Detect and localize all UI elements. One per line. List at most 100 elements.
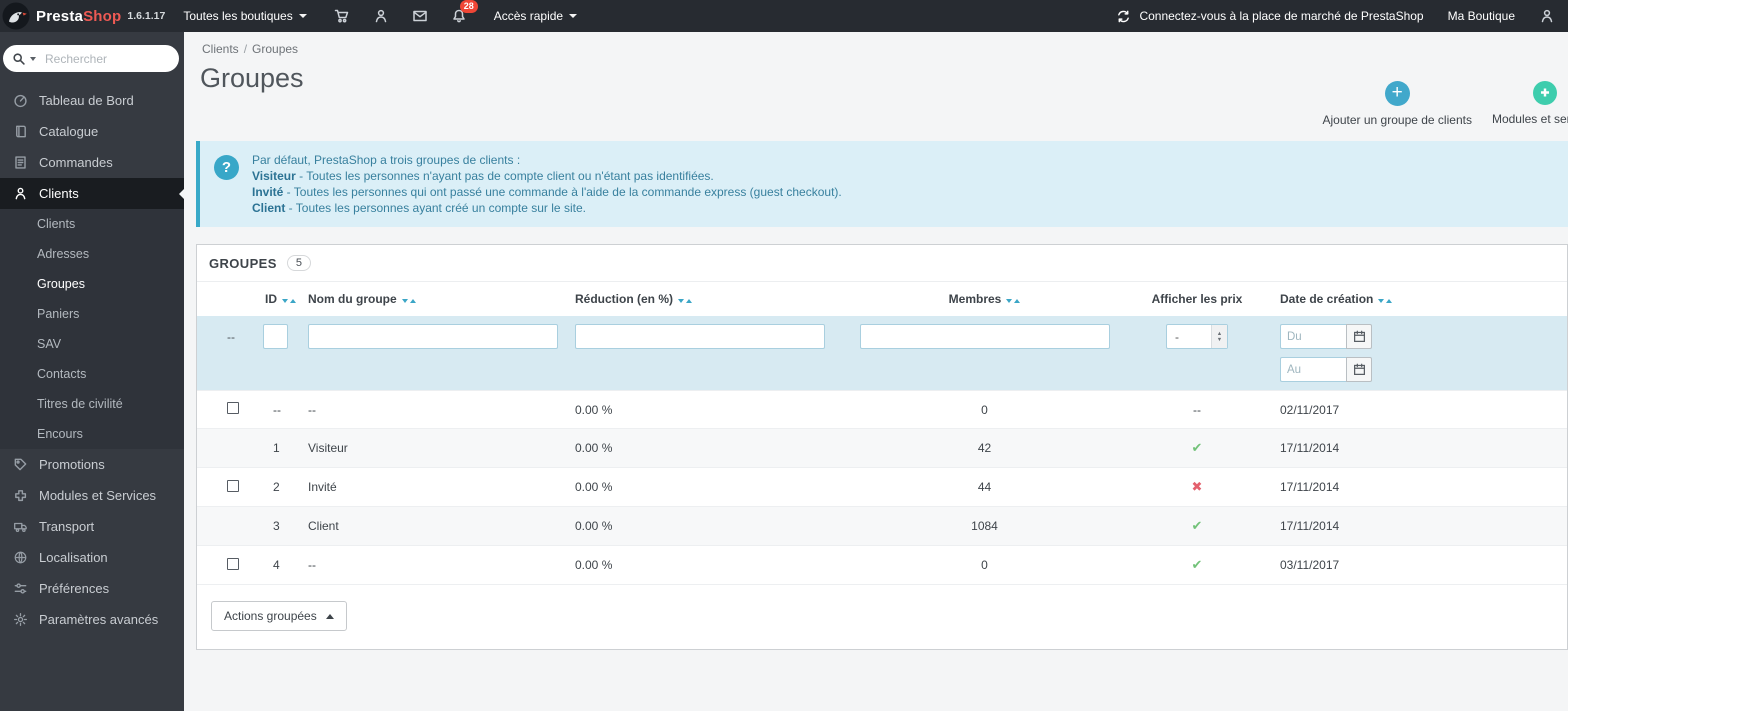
my-shop-link[interactable]: Ma Boutique (1448, 9, 1515, 23)
table-row[interactable]: -- -- 0.00 % 0 -- 02/11/2017 (197, 390, 1567, 429)
prestashop-admin: PrestaShop 1.6.1.17 Toutes les boutiques… (0, 0, 1568, 711)
table-row[interactable]: 3 Client 0.00 % 1084 17/11/2014 (197, 506, 1567, 546)
sidebar-item-dashboard[interactable]: Tableau de Bord (0, 85, 184, 116)
sidebar-item-transport[interactable]: Transport (0, 511, 184, 542)
date-to-input[interactable] (1280, 357, 1346, 382)
breadcrumb: Clients / Groupes (202, 42, 299, 56)
marketplace-link[interactable]: Connectez-vous à la place de marché de P… (1116, 9, 1424, 24)
version-label: 1.6.1.17 (127, 10, 166, 22)
search-icon (12, 52, 26, 66)
check-icon (1192, 558, 1203, 572)
search-scope-dropdown-icon[interactable] (30, 56, 36, 61)
row-checkbox[interactable] (227, 402, 239, 414)
sidebar-subitem-clients[interactable]: Clients (0, 209, 184, 239)
prestashop-bird-logo (2, 2, 30, 30)
dashboard-icon (13, 93, 28, 108)
groups-panel: GROUPES 5 ID Nom du groupe Réduction (en… (196, 244, 1568, 650)
sort-desc-icon (1378, 299, 1385, 303)
account-icon[interactable] (1539, 8, 1555, 24)
notifications-bell-icon[interactable]: 28 (451, 0, 478, 24)
table-header-row: ID Nom du groupe Réduction (en %) Membre… (197, 282, 1567, 316)
search-input[interactable] (43, 50, 143, 67)
table-filter-row: -- - (197, 316, 1567, 391)
table-row[interactable]: 2 Invité 0.00 % 44 17/11/2014 (197, 467, 1567, 507)
topbar: PrestaShop 1.6.1.17 Toutes les boutiques… (0, 0, 1568, 32)
cross-icon (1192, 480, 1203, 494)
calendar-from-button[interactable] (1346, 324, 1372, 349)
filter-members-input[interactable] (859, 324, 1110, 349)
info-line-client: Client - Toutes les personnes ayant créé… (252, 201, 586, 215)
transport-icon (13, 519, 28, 534)
info-line-invite: Invité - Toutes les personnes qui ont pa… (252, 185, 842, 199)
messages-icon[interactable] (412, 8, 428, 24)
show-prices-value: -- (1132, 390, 1262, 429)
panel-heading: GROUPES 5 (197, 245, 1567, 282)
table-row[interactable]: 1 Visiteur 0.00 % 42 17/11/2014 (197, 428, 1567, 468)
sort-reduction-icons[interactable] (678, 299, 692, 303)
shop-selector-dropdown[interactable]: Toutes les boutiques (183, 9, 307, 23)
sidebar-subitem-groupes[interactable]: Groupes (0, 269, 184, 299)
chevron-down-icon (569, 14, 578, 18)
bulk-actions-button[interactable]: Actions groupées (211, 601, 347, 631)
modules-services-button[interactable]: Modules et services (1492, 81, 1568, 127)
sidebar-subitem-sav[interactable]: SAV (0, 329, 184, 359)
sidebar: Tableau de Bord Catalogue Commandes Clie… (0, 32, 184, 711)
quick-access-dropdown[interactable]: Accès rapide (494, 9, 578, 23)
orders-icon (13, 155, 28, 170)
localisation-icon (13, 550, 28, 565)
sidebar-item-advanced-settings[interactable]: Paramètres avancés (0, 604, 184, 635)
count-badge: 5 (286, 255, 311, 271)
chevron-down-icon (298, 14, 307, 18)
sort-desc-icon (678, 299, 684, 303)
plus-icon (1384, 81, 1410, 106)
sort-name-icons[interactable] (401, 299, 416, 303)
select-caret-icon (1211, 325, 1227, 348)
sidebar-item-customers[interactable]: Clients (0, 178, 184, 209)
date-from-input[interactable] (1280, 324, 1346, 349)
calendar-to-button[interactable] (1346, 357, 1372, 382)
row-checkbox[interactable] (227, 557, 239, 570)
info-intro: Par défaut, PrestaShop a trois groupes d… (252, 153, 521, 167)
filter-reduction-input[interactable] (575, 324, 825, 349)
sort-asc-icon (686, 299, 692, 303)
sidebar-subitem-contacts[interactable]: Contacts (0, 359, 184, 389)
sort-id-icons[interactable] (282, 299, 296, 303)
add-group-button[interactable]: Ajouter un groupe de clients (1323, 81, 1472, 127)
sort-desc-icon (1006, 299, 1013, 303)
modules-icon (13, 488, 28, 503)
sidebar-item-localisation[interactable]: Localisation (0, 542, 184, 573)
sidebar-item-orders[interactable]: Commandes (0, 147, 184, 178)
sort-asc-icon (1014, 299, 1021, 303)
sidebar-subitem-titres[interactable]: Titres de civilité (0, 389, 184, 419)
sidebar-subitem-paniers[interactable]: Paniers (0, 299, 184, 329)
catalogue-icon (13, 124, 28, 139)
sidebar-item-preferences[interactable]: Préférences (0, 573, 184, 604)
sort-date-icons[interactable] (1378, 299, 1393, 303)
sort-asc-icon (1386, 299, 1393, 303)
sort-asc-icon (409, 299, 416, 303)
sidebar-item-promotions[interactable]: Promotions (0, 449, 184, 480)
sort-members-icons[interactable] (1006, 299, 1021, 303)
table-row[interactable]: 4 -- 0.00 % 0 03/11/2017 (197, 545, 1567, 585)
promotions-icon (13, 457, 28, 472)
breadcrumb-parent[interactable]: Clients (202, 42, 239, 56)
sidebar-item-catalogue[interactable]: Catalogue (0, 116, 184, 147)
advanced-settings-icon (13, 612, 28, 627)
cart-icon[interactable] (334, 8, 350, 24)
sidebar-search (3, 45, 179, 72)
sidebar-subitem-adresses[interactable]: Adresses (0, 239, 184, 269)
row-checkbox[interactable] (227, 479, 239, 492)
filter-show-prices-select[interactable]: - (1166, 324, 1228, 349)
panel-title: GROUPES (209, 255, 277, 271)
filter-id-input[interactable] (263, 324, 288, 349)
customers-icon (13, 186, 28, 201)
filter-name-input[interactable] (308, 324, 558, 349)
sidebar-subitem-encours[interactable]: Encours (0, 419, 184, 449)
main-menu: Tableau de Bord Catalogue Commandes Clie… (0, 85, 184, 635)
help-icon (214, 155, 239, 180)
notification-count-badge: 28 (459, 0, 478, 13)
employees-icon[interactable] (373, 8, 389, 24)
sort-desc-icon (401, 299, 408, 303)
main-content: Clients/Groupes Groupes Ajouter un group… (184, 32, 1568, 711)
sidebar-item-modules[interactable]: Modules et Services (0, 480, 184, 511)
